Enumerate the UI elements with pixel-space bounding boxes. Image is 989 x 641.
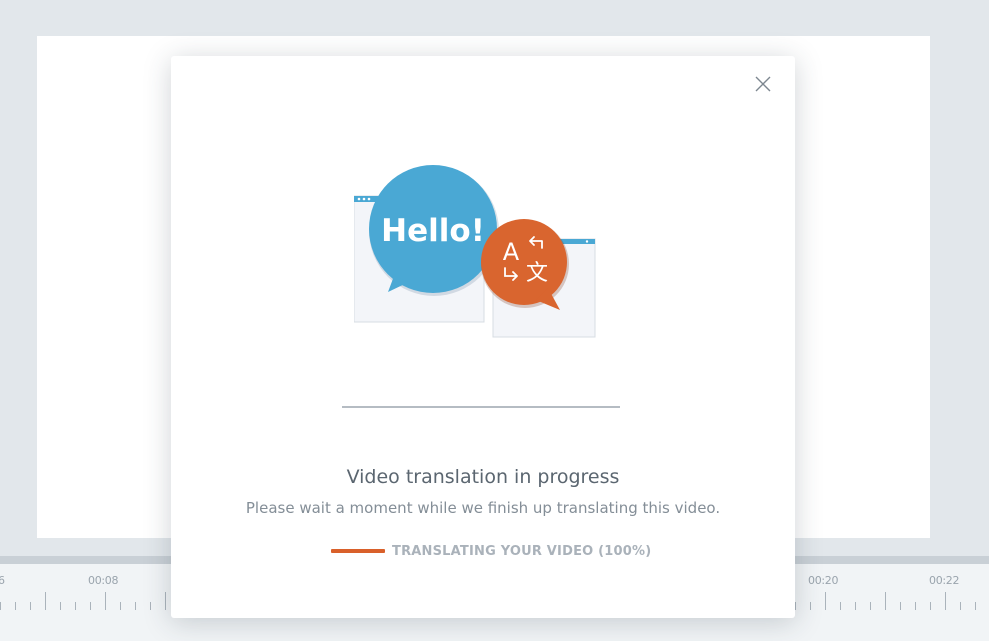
progress-bar <box>331 549 385 553</box>
ruler-tick <box>960 602 961 610</box>
bubble-text: Hello! <box>381 213 485 249</box>
ruler-tick <box>135 602 136 610</box>
ruler-tick <box>150 602 151 610</box>
time-label: 00:20 <box>808 574 839 587</box>
ruler-tick <box>795 602 796 610</box>
ruler-tick <box>975 602 976 610</box>
video-editor: 6 00:08 00:20 00:22 Hello! A 文 Video tra… <box>0 0 989 641</box>
translation-progress-dialog: Hello! A 文 Video translation in progress… <box>171 56 795 618</box>
time-label: 6 <box>0 574 5 587</box>
close-button[interactable] <box>752 73 774 95</box>
ruler-tick <box>0 602 1 610</box>
ruler-tick <box>75 602 76 610</box>
ruler-tick <box>90 602 91 610</box>
dialog-subtitle: Please wait a moment while we finish up … <box>245 499 721 517</box>
hello-speech-bubble: Hello! <box>369 165 499 296</box>
progress-label: TRANSLATING YOUR VIDEO (100%) <box>392 543 652 559</box>
ruler-tick <box>165 592 166 610</box>
ruler-tick <box>120 602 121 610</box>
progress-fill <box>331 549 385 553</box>
close-icon <box>755 76 771 92</box>
dialog-title: Video translation in progress <box>346 466 620 488</box>
translate-glyph-latin: A <box>503 238 520 266</box>
ruler-tick <box>45 592 46 610</box>
ruler-tick <box>825 592 826 610</box>
ruler-tick <box>870 602 871 610</box>
ruler-tick <box>945 592 946 610</box>
ruler-tick <box>855 602 856 610</box>
ruler-tick <box>30 602 31 610</box>
ruler-tick <box>15 602 16 610</box>
ruler-tick <box>885 592 886 610</box>
ruler-tick <box>810 602 811 610</box>
time-label: 00:08 <box>88 574 119 587</box>
ruler-tick <box>60 602 61 610</box>
ruler-tick <box>900 602 901 610</box>
ruler-tick <box>840 602 841 610</box>
ruler-tick <box>915 602 916 610</box>
ruler-tick <box>930 602 931 610</box>
divider-line <box>342 406 620 408</box>
translate-glyph-cjk: 文 <box>526 261 548 286</box>
ruler-tick <box>105 592 106 610</box>
time-label: 00:22 <box>929 574 960 587</box>
translation-illustration: Hello! A 文 <box>354 165 596 338</box>
progress-indicator: TRANSLATING YOUR VIDEO (100%) <box>331 542 651 560</box>
